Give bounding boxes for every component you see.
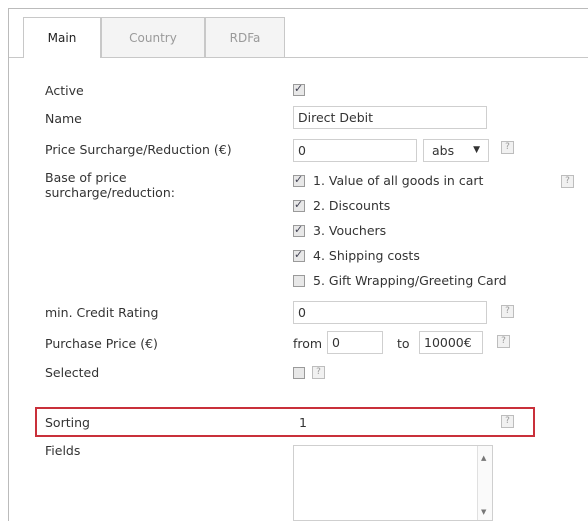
tab-bar: Main Country RDFa: [9, 9, 588, 58]
base-option-label: 1. Value of all goods in cart: [313, 173, 484, 188]
price-unit-select[interactable]: abs ▼: [423, 139, 489, 162]
sorting-label: Sorting: [45, 415, 90, 430]
fields-textarea[interactable]: ▲ ▼: [293, 445, 493, 521]
sorting-highlight: [35, 407, 535, 437]
base-option-label: 2. Discounts: [313, 198, 391, 213]
price-label: Price Surcharge/Reduction (€): [45, 142, 232, 157]
tab-main[interactable]: Main: [23, 17, 101, 58]
purchase-label: Purchase Price (€): [45, 336, 158, 351]
base-option-checkbox[interactable]: [293, 198, 305, 212]
price-input[interactable]: 0: [293, 139, 417, 162]
base-option-checkbox[interactable]: [293, 248, 305, 262]
credit-input[interactable]: 0: [293, 301, 487, 324]
fields-label: Fields: [45, 443, 81, 458]
price-unit-value: abs: [432, 143, 455, 158]
base-option-label: 3. Vouchers: [313, 223, 387, 238]
base-option-label: 4. Shipping costs: [313, 248, 420, 263]
help-icon[interactable]: ?: [561, 175, 574, 188]
tab-country[interactable]: Country: [101, 17, 205, 57]
selected-label: Selected: [45, 365, 100, 380]
purchase-from-label: from: [293, 336, 323, 351]
sorting-value[interactable]: 1: [299, 415, 307, 430]
help-icon[interactable]: ?: [501, 305, 514, 318]
active-checkbox[interactable]: [293, 82, 305, 96]
base-option-label: 5. Gift Wrapping/Greeting Card: [313, 273, 507, 288]
base-option-checkbox[interactable]: [293, 223, 305, 237]
name-label: Name: [45, 111, 82, 126]
chevron-down-icon: ▼: [473, 145, 480, 155]
scroll-up-icon[interactable]: ▲: [481, 454, 486, 462]
payment-edit-panel: Main Country RDFa Active Name Direct Deb…: [8, 8, 588, 521]
base-option-checkbox[interactable]: [293, 173, 305, 187]
scroll-down-icon[interactable]: ▼: [481, 508, 486, 516]
help-icon[interactable]: ?: [312, 366, 325, 379]
purchase-to-input[interactable]: 10000€: [419, 331, 483, 354]
name-input[interactable]: Direct Debit: [293, 106, 487, 129]
help-icon[interactable]: ?: [501, 141, 514, 154]
active-label: Active: [45, 83, 84, 98]
base-option-checkbox[interactable]: [293, 275, 305, 287]
purchase-from-input[interactable]: 0: [327, 331, 383, 354]
credit-label: min. Credit Rating: [45, 305, 159, 320]
purchase-to-label: to: [397, 336, 410, 351]
scrollbar[interactable]: ▲ ▼: [477, 446, 492, 520]
help-icon[interactable]: ?: [497, 335, 510, 348]
base-label-line2: surcharge/reduction:: [45, 185, 175, 200]
selected-checkbox[interactable]: [293, 367, 305, 379]
help-icon[interactable]: ?: [501, 415, 514, 428]
base-label-line1: Base of price: [45, 170, 127, 185]
tab-rdfa[interactable]: RDFa: [205, 17, 285, 57]
